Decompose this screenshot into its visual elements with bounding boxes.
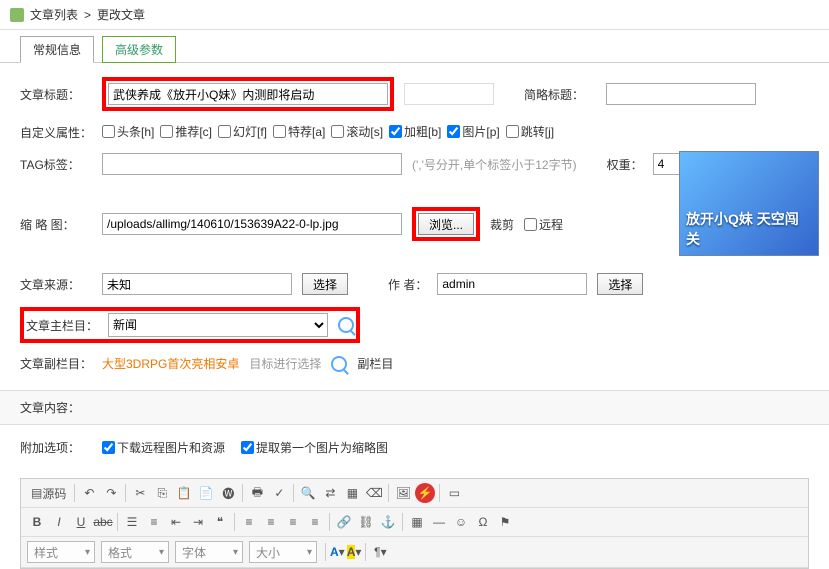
font-dropdown[interactable]: 字体	[175, 541, 243, 563]
paste-icon[interactable]: 📋	[174, 483, 194, 503]
attr-s-checkbox[interactable]	[331, 125, 344, 138]
ul-icon[interactable]: ≡	[144, 512, 164, 532]
title-extra-input[interactable]	[404, 83, 494, 105]
print-icon[interactable]: 🖶	[247, 483, 267, 503]
label-subcol: 文章副栏目：	[20, 355, 92, 372]
undo-icon[interactable]: ↶	[79, 483, 99, 503]
label-maincol: 文章主栏目：	[26, 317, 98, 334]
label-shorttitle: 简略标题：	[524, 86, 596, 103]
highlight-title	[102, 77, 394, 111]
browse-button[interactable]: 浏览...	[418, 213, 474, 235]
find-icon[interactable]: 🔍	[298, 483, 318, 503]
dl-remote-checkbox[interactable]	[102, 441, 115, 454]
tab-general[interactable]: 常规信息	[20, 36, 94, 63]
author-input[interactable]	[437, 273, 587, 295]
label-title: 文章标题：	[20, 86, 92, 103]
hr-icon[interactable]: —	[429, 512, 449, 532]
attr-b-checkbox[interactable]	[389, 125, 402, 138]
special-icon[interactable]: Ω	[473, 512, 493, 532]
tag-hint: (','号分开,单个标签小于12字节)	[412, 156, 577, 173]
attr-h-checkbox[interactable]	[102, 125, 115, 138]
outdent-icon[interactable]: ⇤	[166, 512, 186, 532]
anchor-icon[interactable]: ⚓	[378, 512, 398, 532]
attr-p-checkbox[interactable]	[447, 125, 460, 138]
spell-icon[interactable]: ✓	[269, 483, 289, 503]
flag-icon[interactable]: ⚑	[495, 512, 515, 532]
label-thumb: 缩 略 图：	[20, 216, 92, 233]
cut-icon[interactable]: ✂	[130, 483, 150, 503]
label-extra: 附加选项：	[20, 439, 92, 456]
crop-link[interactable]: 裁剪	[490, 216, 514, 233]
style-dropdown[interactable]: 样式	[27, 541, 95, 563]
editor-toolbar: ▤ 源码 ↶ ↷ ✂ ⎘ 📋 📄 🅦 🖶 ✓ 🔍 ⇄ ▦ ⌫ 🖼 ⚡ ▭ B I…	[20, 478, 809, 569]
table-icon[interactable]: ▦	[407, 512, 427, 532]
title-input[interactable]	[108, 83, 388, 105]
thumb-input[interactable]	[102, 213, 402, 235]
redo-icon[interactable]: ↷	[101, 483, 121, 503]
italic-icon[interactable]: I	[49, 512, 69, 532]
label-author: 作 者：	[388, 276, 427, 293]
tabs: 常规信息 高级参数	[0, 30, 829, 63]
flash-icon[interactable]: ⚡	[415, 483, 435, 503]
label-weight: 权重：	[607, 156, 643, 173]
align-center-icon[interactable]: ≡	[261, 512, 281, 532]
attr-f-checkbox[interactable]	[218, 125, 231, 138]
tag-input[interactable]	[102, 153, 402, 175]
remote-checkbox[interactable]	[524, 218, 537, 231]
shorttitle-input[interactable]	[606, 83, 756, 105]
custom-attrs: 头条[h]推荐[c]幻灯[f]特荐[a]滚动[s]加粗[b]图片[p]跳转[j]	[102, 123, 560, 141]
quote-icon[interactable]: ❝	[210, 512, 230, 532]
replace-icon[interactable]: ⇄	[320, 483, 340, 503]
breadcrumb-list[interactable]: 文章列表	[30, 6, 78, 23]
attr-c-checkbox[interactable]	[160, 125, 173, 138]
image-icon[interactable]: 🖼	[393, 483, 413, 503]
attr-a-checkbox[interactable]	[273, 125, 286, 138]
align-right-icon[interactable]: ≡	[283, 512, 303, 532]
bold-icon[interactable]: B	[27, 512, 47, 532]
bgcolor-icon[interactable]: A▾	[347, 542, 362, 562]
highlight-maincol: 文章主栏目： 新闻	[20, 307, 360, 343]
indent-icon[interactable]: ⇥	[188, 512, 208, 532]
format-dropdown[interactable]: 格式	[101, 541, 169, 563]
page-icon[interactable]: ▭	[444, 483, 464, 503]
paste-text-icon[interactable]: 📄	[196, 483, 216, 503]
promo-banner: 放开小Q妹 天空闯关	[679, 151, 819, 256]
search-icon[interactable]	[331, 356, 347, 372]
tab-advanced[interactable]: 高级参数	[102, 36, 176, 63]
size-dropdown[interactable]: 大小	[249, 541, 317, 563]
smiley-icon[interactable]: ☺	[451, 512, 471, 532]
attr-j-checkbox[interactable]	[506, 125, 519, 138]
align-left-icon[interactable]: ≡	[239, 512, 259, 532]
ol-icon[interactable]: ☰	[122, 512, 142, 532]
paste-word-icon[interactable]: 🅦	[218, 483, 238, 503]
unlink-icon[interactable]: ⛓	[356, 512, 376, 532]
source-button[interactable]: ▤ 源码	[27, 483, 70, 503]
textcolor-icon[interactable]: A▾	[330, 542, 345, 562]
strike-icon[interactable]: abc	[93, 512, 113, 532]
highlight-browse: 浏览...	[412, 207, 480, 241]
content-header: 文章内容：	[0, 390, 829, 425]
firstimg-checkbox[interactable]	[241, 441, 254, 454]
folder-icon	[10, 8, 24, 22]
align-justify-icon[interactable]: ≡	[305, 512, 325, 532]
pagebreak-icon[interactable]: ¶▾	[370, 542, 390, 562]
search-icon[interactable]	[338, 317, 354, 333]
selectall-icon[interactable]: ▦	[342, 483, 362, 503]
maincol-select[interactable]: 新闻	[108, 313, 328, 337]
subcol-label: 副栏目	[357, 355, 393, 372]
clear-icon[interactable]: ⌫	[364, 483, 384, 503]
author-select-button[interactable]: 选择	[597, 273, 643, 295]
label-source: 文章来源：	[20, 276, 92, 293]
source-input[interactable]	[102, 273, 292, 295]
source-select-button[interactable]: 选择	[302, 273, 348, 295]
label-tag: TAG标签：	[20, 156, 92, 173]
link-icon[interactable]: 🔗	[334, 512, 354, 532]
underline-icon[interactable]: U	[71, 512, 91, 532]
subcol-value: 大型3DRPG首次亮相安卓	[102, 355, 239, 372]
breadcrumb-edit: 更改文章	[97, 6, 145, 23]
copy-icon[interactable]: ⎘	[152, 483, 172, 503]
breadcrumb: 文章列表 > 更改文章	[0, 0, 829, 30]
label-custom: 自定义属性：	[20, 124, 92, 141]
